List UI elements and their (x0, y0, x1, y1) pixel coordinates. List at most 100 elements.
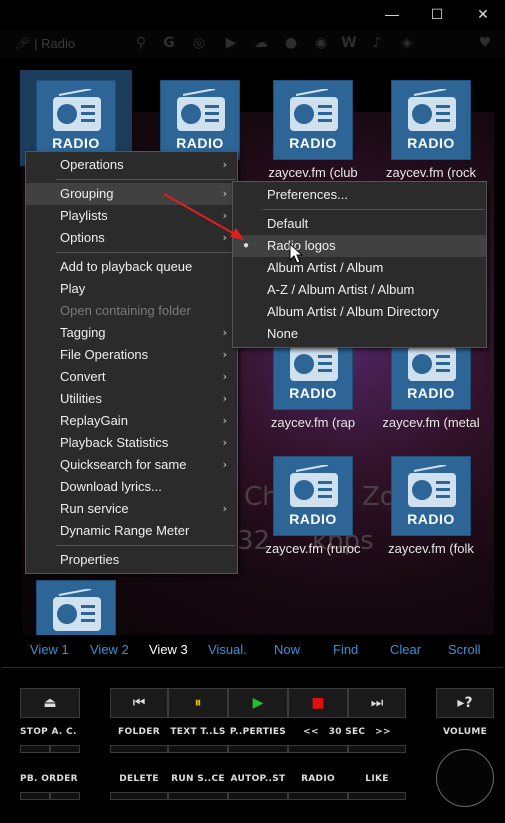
chevron-right-icon: › (222, 458, 227, 471)
menu-item-quicksearch[interactable]: Quicksearch for same › (26, 454, 237, 476)
search-input[interactable]: 🎤︎ | Radio (14, 34, 126, 54)
tab-now[interactable]: Now (274, 642, 300, 657)
stop-ac-toggle[interactable] (50, 745, 80, 753)
submenu-item-none[interactable]: None (233, 323, 486, 345)
menu-item-play[interactable]: Play (26, 278, 237, 300)
spotify-icon[interactable]: ● (282, 34, 300, 52)
menu-item-label: Play (60, 281, 86, 296)
menu-separator (56, 545, 235, 546)
help-button[interactable]: ▸? (436, 688, 494, 718)
art-text: RADIO (289, 385, 337, 401)
menu-item-label: A-Z / Album Artist / Album (267, 282, 415, 297)
folder-button[interactable] (110, 745, 168, 753)
chevron-right-icon: › (222, 326, 227, 339)
title-bar: — ☐ ✕ (0, 0, 505, 28)
menu-item-label: Dynamic Range Meter (60, 523, 190, 538)
tile-label: zaycev.fm (rock (385, 165, 477, 180)
tab-visual[interactable]: Visual. (208, 642, 247, 657)
properties-button[interactable] (228, 745, 288, 753)
heart-icon[interactable]: ♥ (476, 34, 494, 52)
art-text: RADIO (407, 511, 455, 527)
stop-button[interactable]: ■ (288, 688, 348, 718)
menu-item-properties[interactable]: Properties (26, 549, 237, 571)
control-panel: ⏏ ⏮ ⏸ ▶ ■ ⏭ ▸? STOP A. C. FOLDER TEXT T.… (0, 667, 505, 823)
tab-find[interactable]: Find (333, 642, 358, 657)
menu-item-convert[interactable]: Convert › (26, 366, 237, 388)
delete-button[interactable] (110, 792, 168, 800)
radio-icon (290, 89, 338, 131)
text-tools-button[interactable] (168, 745, 228, 753)
chevron-right-icon: › (222, 370, 227, 383)
record-icon[interactable]: ◉ (312, 34, 330, 52)
submenu-item-az-album-artist-album[interactable]: A-Z / Album Artist / Album (233, 279, 486, 301)
seek-back-button[interactable] (288, 745, 348, 753)
previous-button[interactable]: ⏮ (110, 688, 168, 718)
menu-item-label: Options (60, 230, 105, 245)
like-button[interactable] (348, 792, 406, 800)
pause-button[interactable]: ⏸ (168, 688, 228, 718)
menu-item-playback-statistics[interactable]: Playback Statistics › (26, 432, 237, 454)
view-tabs: View 1 View 2 View 3 Visual. Now Find Cl… (0, 637, 505, 665)
album-tile[interactable]: RADIO zaycev.fm (club (263, 80, 363, 180)
lyrics-icon[interactable]: ♪ (368, 34, 386, 52)
text-tools-label: TEXT T..LS (170, 727, 226, 737)
menu-item-label: Quicksearch for same (60, 457, 187, 472)
tile-label: zaycev.fm (ruroc (265, 541, 361, 556)
menu-item-label: Open containing folder (60, 303, 191, 318)
album-tile[interactable] (26, 580, 126, 635)
radio-button[interactable] (288, 792, 348, 800)
autoplaylist-button[interactable] (228, 792, 288, 800)
playback-order-toggle[interactable] (20, 792, 50, 800)
menu-item-label: None (267, 326, 299, 341)
seek-forward-button[interactable] (348, 745, 406, 753)
minimize-button[interactable]: — (369, 0, 415, 28)
tab-view-3[interactable]: View 3 (149, 642, 188, 657)
play-button[interactable]: ▶ (228, 688, 288, 718)
menu-item-utilities[interactable]: Utilities › (26, 388, 237, 410)
discogs-icon[interactable]: ◎ (190, 34, 208, 52)
menu-item-tagging[interactable]: Tagging › (26, 322, 237, 344)
seek-forward-label: >> (375, 727, 391, 737)
chevron-right-icon: › (222, 158, 227, 171)
google-icon[interactable]: G (160, 34, 178, 52)
stop-ac-toggle[interactable] (20, 745, 50, 753)
art-text: RADIO (289, 135, 337, 151)
radio-label: RADIO (301, 774, 335, 784)
menu-item-file-operations[interactable]: File Operations › (26, 344, 237, 366)
run-service-button[interactable] (168, 792, 228, 800)
volume-knob[interactable] (436, 749, 494, 807)
share-icon[interactable]: ◈ (398, 34, 416, 52)
eject-button[interactable]: ⏏ (20, 688, 80, 718)
album-tile[interactable]: RADIO zaycev.fm (ruroc (263, 456, 363, 556)
previous-icon: ⏮ (132, 695, 146, 711)
submenu-item-album-artist-album-directory[interactable]: Album Artist / Album Directory (233, 301, 486, 323)
menu-item-label: Grouping (60, 186, 114, 201)
menu-item-download-lyrics[interactable]: Download lyrics... (26, 476, 237, 498)
youtube-icon[interactable]: ▶ (222, 34, 240, 52)
tab-clear[interactable]: Clear (390, 642, 421, 657)
album-tile[interactable]: RADIO zaycev.fm (folk (381, 456, 481, 556)
radio-art: RADIO (36, 80, 116, 160)
next-button[interactable]: ⏭ (348, 688, 406, 718)
menu-item-dynamic-range-meter[interactable]: Dynamic Range Meter (26, 520, 237, 542)
wikipedia-icon[interactable]: W (340, 34, 358, 52)
menu-item-run-service[interactable]: Run service › (26, 498, 237, 520)
playback-order-toggle[interactable] (50, 792, 80, 800)
album-tile[interactable]: RADIO (150, 80, 250, 160)
tab-view-1[interactable]: View 1 (30, 642, 69, 657)
close-button[interactable]: ✕ (460, 0, 505, 28)
maximize-button[interactable]: ☐ (414, 0, 460, 28)
link-icon[interactable]: ⚲ (132, 34, 150, 52)
tile-label: zaycev.fm (club (268, 165, 358, 180)
menu-item-label: Download lyrics... (60, 479, 162, 494)
tab-view-2[interactable]: View 2 (90, 642, 129, 657)
like-label: LIKE (365, 774, 389, 784)
album-tile[interactable]: RADIO zaycev.fm (rock (381, 80, 481, 180)
menu-item-label: Album Artist / Album Directory (267, 304, 439, 319)
soundcloud-icon[interactable]: ☁ (252, 34, 270, 52)
menu-item-replaygain[interactable]: ReplayGain › (26, 410, 237, 432)
menu-item-operations[interactable]: Operations › (26, 154, 237, 176)
mic-icon[interactable]: 🎤︎ (14, 36, 31, 51)
tab-scroll[interactable]: Scroll (448, 642, 481, 657)
help-icon: ▸? (457, 695, 473, 711)
